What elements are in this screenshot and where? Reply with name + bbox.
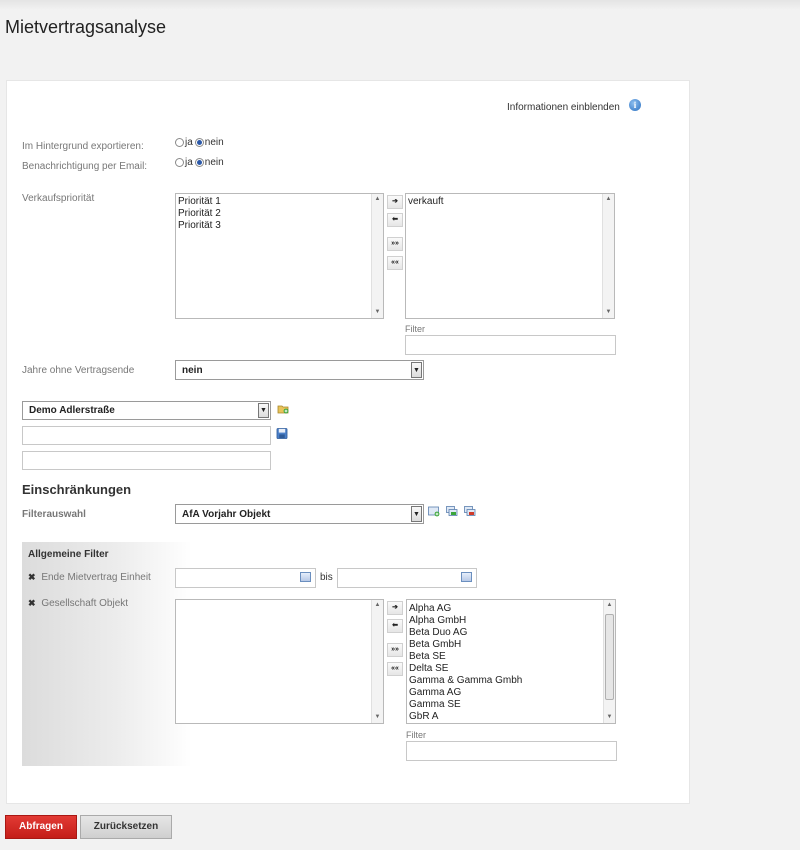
reset-button[interactable]: Zurücksetzen [80,815,172,839]
general-filters-heading: Allgemeine Filter [28,549,109,560]
sales-priority-selected-items: verkauft [408,196,444,208]
export-background-yes-label: ja [185,137,193,148]
years-without-end-select[interactable]: nein ▼ [175,360,424,380]
preset-second-input[interactable] [22,451,271,470]
export-background-label: Im Hintergrund exportieren: [22,141,144,152]
company-filter-label: Filter [406,730,426,740]
query-button[interactable]: Abfragen [5,815,77,839]
email-notification-no-radio[interactable] [194,158,204,167]
sales-priority-available-list[interactable]: Priorität 1 Priorität 2 Priorität 3 ▲ ▼ [175,193,384,319]
scroll-thumb[interactable] [605,614,614,700]
list-item[interactable]: Priorität 2 [178,208,221,220]
end-contract-to-input[interactable] [337,568,477,588]
scroll-down-icon[interactable]: ▼ [604,712,615,723]
company-filter-label-row: ✖ Gesellschaft Objekt [28,598,128,609]
preset-select[interactable]: Demo Adlerstraße ▼ [22,401,271,420]
list-item[interactable]: Gamma SE [409,699,522,711]
list-item[interactable]: Priorität 3 [178,220,221,232]
company-label: Gesellschaft Objekt [41,598,129,609]
move-all-right-button[interactable]: »» [387,643,403,657]
list-item[interactable]: Gamma & Gamma Gmbh [409,675,522,687]
load-preset-icon[interactable] [277,403,289,414]
scrollbar[interactable]: ▲ ▼ [371,600,383,723]
filter-selection-label: Filterauswahl [22,509,86,520]
filter-selection-value: AfA Vorjahr Objekt [182,509,271,520]
sales-priority-label: Verkaufspriorität [22,193,95,204]
remove-filter-icon[interactable]: ✖ [28,598,36,608]
export-background-no-radio[interactable] [194,138,204,147]
move-all-right-button[interactable]: »» [387,237,403,251]
list-item[interactable]: Alpha AG [409,603,522,615]
sales-priority-filter-input[interactable] [405,335,616,355]
company-options-list[interactable]: Alpha AG Alpha GmbH Beta Duo AG Beta Gmb… [406,599,616,724]
company-options-items: Alpha AG Alpha GmbH Beta Duo AG Beta Gmb… [409,603,522,723]
calendar-icon[interactable] [461,572,472,582]
list-item[interactable]: Alpha GmbH [409,615,522,627]
scroll-up-icon[interactable]: ▲ [372,194,383,205]
end-contract-from-input[interactable] [175,568,316,588]
export-background-yes-radio[interactable] [175,138,184,147]
sales-priority-filter-label: Filter [405,324,425,334]
scrollbar[interactable]: ▲ ▼ [371,194,383,318]
list-item[interactable]: Gamma AG [409,687,522,699]
calendar-icon[interactable] [300,572,311,582]
list-item[interactable]: Beta GmbH [409,639,522,651]
chevron-down-icon[interactable]: ▼ [411,506,422,522]
list-item[interactable]: Beta SE [409,651,522,663]
preset-value: Demo Adlerstraße [29,405,115,416]
move-right-button[interactable]: ➔ [387,601,403,615]
move-left-button[interactable]: ⬅ [387,619,403,633]
info-toggle-link[interactable]: Informationen einblenden [507,102,620,113]
scrollbar[interactable]: ▲ ▼ [603,600,615,723]
scroll-up-icon[interactable]: ▲ [372,600,383,611]
company-filter-input[interactable] [406,741,617,761]
scroll-down-icon[interactable]: ▼ [372,307,383,318]
move-right-button[interactable]: ➔ [387,195,403,209]
email-notification-no-label: nein [204,157,224,168]
export-background-radio-group: ja nein [175,137,226,148]
page-title: Mietvertragsanalyse [5,17,167,37]
years-without-end-label: Jahre ohne Vertragsende [22,365,135,376]
remove-filter-icon[interactable]: ✖ [28,572,36,582]
info-icon[interactable]: i [629,99,641,111]
filter-selection-select[interactable]: AfA Vorjahr Objekt ▼ [175,504,424,524]
email-notification-label: Benachrichtigung per Email: [22,161,148,172]
move-all-left-button[interactable]: «« [387,662,403,676]
chevron-down-icon[interactable]: ▼ [258,403,269,418]
preset-name-input[interactable] [22,426,271,445]
end-contract-filter-label-row: ✖ Ende Mietvertrag Einheit [28,572,151,583]
scroll-up-icon[interactable]: ▲ [603,194,614,205]
list-item[interactable]: Beta Duo AG [409,627,522,639]
email-notification-yes-radio[interactable] [175,158,184,167]
end-contract-label: Ende Mietvertrag Einheit [41,572,151,583]
scroll-down-icon[interactable]: ▼ [372,712,383,723]
sales-priority-available-items: Priorität 1 Priorität 2 Priorität 3 [178,196,221,232]
email-notification-yes-label: ja [185,157,193,168]
list-item[interactable]: verkauft [408,196,444,208]
main-panel: Informationen einblenden i Im Hintergrun… [6,80,690,804]
scroll-up-icon[interactable]: ▲ [604,600,615,611]
chevron-down-icon[interactable]: ▼ [411,362,422,378]
delete-filter-icon[interactable] [464,506,476,517]
export-background-no-label: nein [204,137,224,148]
scrollbar[interactable]: ▲ ▼ [602,194,614,318]
list-item[interactable]: Delta SE [409,663,522,675]
restrictions-heading: Einschränkungen [22,482,132,497]
move-left-button[interactable]: ⬅ [387,213,403,227]
save-preset-icon[interactable] [276,428,288,439]
move-all-left-button[interactable]: «« [387,256,403,270]
top-bar [0,0,800,10]
add-filter-icon[interactable] [428,506,440,517]
company-available-list[interactable]: ▲ ▼ [175,599,384,724]
sales-priority-selected-list[interactable]: verkauft ▲ ▼ [405,193,615,319]
years-without-end-value: nein [182,365,203,376]
end-contract-to-label: bis [320,572,333,583]
scroll-down-icon[interactable]: ▼ [603,307,614,318]
list-item[interactable]: GbR A [409,711,522,723]
email-notification-radio-group: ja nein [175,157,226,168]
list-item[interactable]: Priorität 1 [178,196,221,208]
edit-filter-icon[interactable] [446,506,458,517]
